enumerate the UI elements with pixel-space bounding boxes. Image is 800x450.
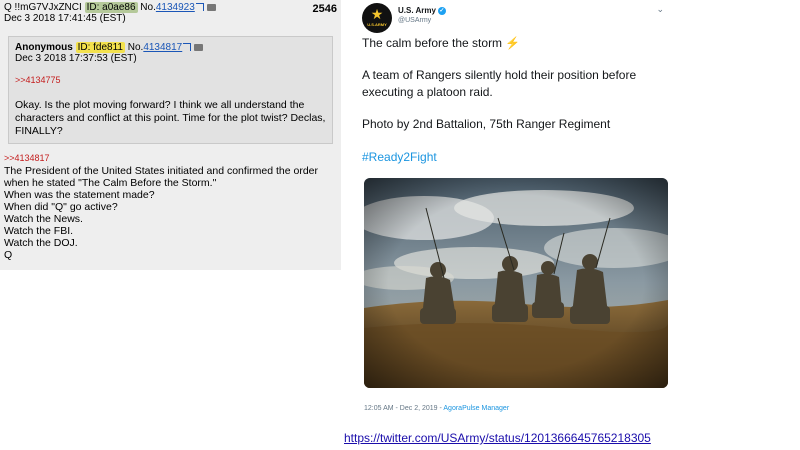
- reply-id-badge[interactable]: ID: fde811: [75, 42, 125, 53]
- tweet-photo[interactable]: [364, 178, 668, 388]
- display-name[interactable]: U.S. Army ✓: [398, 6, 446, 15]
- chevron-down-icon[interactable]: ⌄: [656, 4, 664, 15]
- post-line: Q: [4, 249, 13, 261]
- post-line: Watch the News.: [4, 213, 83, 225]
- source-url-link[interactable]: https://twitter.com/USArmy/status/120136…: [344, 431, 651, 445]
- post-number-link[interactable]: 4134923: [156, 2, 195, 13]
- reply-header: Anonymous ID: fde811 No.4134817 Dec 3 20…: [15, 42, 204, 64]
- lightning-icon: ⚡: [505, 36, 521, 50]
- post-line: When did "Q" go active?: [4, 201, 118, 213]
- imageboard-post: Q !!mG7VJxZNCI ID: a0ae86 No.4134923 Dec…: [0, 0, 341, 270]
- folder-icon[interactable]: [206, 4, 216, 11]
- army-star-icon: ★: [370, 6, 384, 22]
- reply-date: Dec 3 2018 17:37:53 (EST): [15, 53, 137, 64]
- post-body: The President of the United States initi…: [4, 165, 338, 261]
- tweet-card: ★ U.S.ARMY U.S. Army ✓ @USArmy ⌄ The calm…: [354, 0, 684, 430]
- post-line: Watch the DOJ.: [4, 237, 78, 249]
- reply-number-link[interactable]: 4134817: [143, 42, 182, 53]
- tweet-meta: 12:05 AM - Dec 2, 2019 - AgoraPulse Mana…: [364, 405, 509, 412]
- poster-id-badge[interactable]: ID: a0ae86: [84, 2, 138, 13]
- post-count: 2546: [312, 3, 337, 15]
- reply-body: Okay. Is the plot moving forward? I thin…: [15, 99, 326, 137]
- post-line: When was the statement made?: [4, 189, 155, 201]
- reply-quote-link[interactable]: >>4134775: [15, 75, 61, 85]
- quoted-reply: Anonymous ID: fde811 No.4134817 Dec 3 20…: [8, 36, 333, 144]
- post-line: The President of the United States initi…: [4, 165, 319, 177]
- post-quote-link[interactable]: >>4134817: [4, 153, 50, 163]
- tweet-text-2b: executing a platoon raid.: [362, 85, 493, 99]
- tweet-text-2a: A team of Rangers silently hold their po…: [362, 68, 637, 82]
- tweet-text-1: The calm before the storm: [362, 36, 503, 50]
- post-number-prefix: No.: [140, 2, 156, 13]
- verified-badge-icon: ✓: [437, 6, 446, 15]
- display-name-text: U.S. Army: [398, 6, 436, 15]
- external-link-icon[interactable]: [183, 43, 192, 51]
- tweet-text-line: The calm before the storm ⚡: [362, 36, 520, 50]
- hashtag-link[interactable]: #Ready2Fight: [362, 150, 437, 164]
- external-link-icon[interactable]: [195, 3, 204, 11]
- folder-icon[interactable]: [194, 44, 204, 51]
- user-handle[interactable]: @USArmy: [398, 17, 431, 24]
- tweet-text-3: Photo by 2nd Battalion, 75th Ranger Regi…: [362, 117, 611, 131]
- post-date: Dec 3 2018 17:41:45 (EST): [4, 13, 126, 24]
- reply-number-prefix: No.: [127, 42, 144, 53]
- post-line: Watch the FBI.: [4, 225, 74, 237]
- avatar-text: U.S.ARMY: [367, 22, 387, 27]
- poster-name: Q !!mG7VJxZNCI: [4, 2, 82, 13]
- post-header: Q !!mG7VJxZNCI ID: a0ae86 No.4134923 Dec…: [4, 2, 338, 24]
- avatar[interactable]: ★ U.S.ARMY: [362, 3, 392, 33]
- reply-poster-name: Anonymous: [15, 42, 73, 53]
- post-line: when he stated "The Calm Before the Stor…: [4, 177, 217, 189]
- tweet-timestamp[interactable]: 12:05 AM - Dec 2, 2019 -: [364, 405, 443, 412]
- tweet-source-link[interactable]: AgoraPulse Manager: [443, 405, 509, 412]
